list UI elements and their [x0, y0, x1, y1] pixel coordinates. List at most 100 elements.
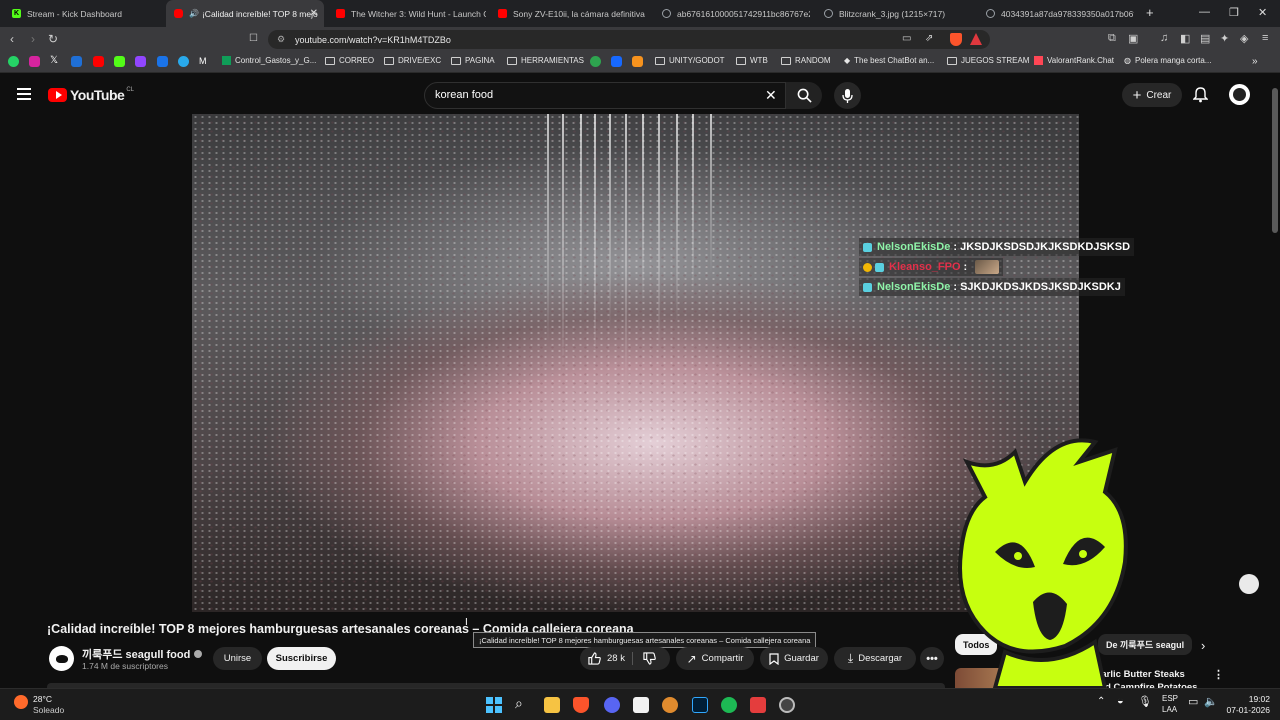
bookmark-juegos-stream[interactable]: JUEGOS STREAM: [947, 56, 1029, 65]
new-tab-icon[interactable]: +: [1146, 5, 1154, 20]
sidebar-icon[interactable]: ◧: [1180, 32, 1190, 45]
bookmark-control-gastos[interactable]: Control_Gastos_y_G...: [222, 56, 316, 65]
twitch-icon[interactable]: [135, 56, 146, 67]
behance-icon[interactable]: [611, 56, 622, 67]
more-bookmarks-icon[interactable]: »: [1252, 56, 1258, 67]
back-icon[interactable]: ‹: [10, 32, 14, 46]
like-button[interactable]: 28 k: [588, 652, 625, 665]
bookmark-app-icon[interactable]: [590, 56, 601, 67]
bookmark-app-icon[interactable]: [632, 56, 643, 67]
obs-icon[interactable]: [779, 697, 795, 713]
floating-channel-badge[interactable]: [1239, 574, 1259, 594]
valorant-icon[interactable]: [750, 697, 766, 713]
brave-shield-icon[interactable]: [950, 33, 962, 46]
microphone-tray-icon[interactable]: 🎙: [1138, 695, 1152, 708]
spotify-icon[interactable]: [721, 697, 737, 713]
clock-time[interactable]: 19:02: [1220, 694, 1270, 704]
minimize-icon[interactable]: —: [1199, 6, 1210, 18]
voice-search-button[interactable]: [834, 82, 861, 109]
restore-icon[interactable]: ❐: [1229, 6, 1239, 19]
gmail-icon[interactable]: M: [199, 56, 210, 67]
bookmark-icon[interactable]: ☐: [249, 33, 258, 44]
brave-rewards-icon[interactable]: [970, 33, 982, 45]
music-icon[interactable]: ♫: [1160, 32, 1168, 44]
bookmark-pagina[interactable]: PAGINA: [451, 56, 495, 65]
bookmark-correo[interactable]: CORREO: [325, 56, 374, 65]
file-explorer-icon[interactable]: [544, 697, 560, 713]
tab-witcher[interactable]: The Witcher 3: Wild Hunt - Launch C: [328, 0, 486, 27]
brave-browser-icon[interactable]: [573, 697, 589, 713]
instagram-icon[interactable]: [29, 56, 40, 67]
thumbs-down-icon[interactable]: [643, 652, 656, 665]
bookmark-polera[interactable]: ◍ Polera manga corta...: [1124, 56, 1211, 65]
more-actions-button[interactable]: •••: [920, 647, 944, 670]
ai-icon[interactable]: ✦: [1220, 32, 1229, 45]
discord-icon[interactable]: [604, 697, 620, 713]
outlook-icon[interactable]: [71, 56, 82, 67]
whatsapp-icon[interactable]: [8, 56, 19, 67]
join-button[interactable]: Unirse: [213, 647, 262, 670]
tray-chevron-icon[interactable]: ⌃: [1097, 696, 1105, 707]
language-indicator[interactable]: ESP: [1162, 694, 1178, 703]
tab-blitzcrank[interactable]: Blitzcrank_3.jpg (1215×717): [816, 0, 974, 27]
tab-kick-dashboard[interactable]: K Stream - Kick Dashboard: [4, 0, 164, 27]
site-info-icon[interactable]: ⚙: [277, 34, 285, 45]
subscribe-button[interactable]: Suscribirse: [267, 647, 336, 670]
search-input[interactable]: korean food ✕: [424, 82, 786, 109]
bookmark-wtb[interactable]: WTB: [736, 56, 768, 65]
bookmark-chatbot[interactable]: ◆ The best ChatBot an...: [844, 56, 934, 65]
video-player[interactable]: [192, 114, 1079, 612]
paypal-icon[interactable]: [157, 56, 168, 67]
tray-app-icon[interactable]: ◒: [1117, 695, 1124, 707]
youtube-logo[interactable]: YouTube CL: [48, 87, 134, 103]
cast-icon[interactable]: ▭: [902, 33, 911, 44]
weather-icon[interactable]: [14, 695, 28, 709]
photoshop-icon[interactable]: [692, 697, 708, 713]
page-scrollbar[interactable]: [1272, 88, 1278, 233]
channel-avatar[interactable]: [49, 646, 74, 671]
share-button[interactable]: ↗ Compartir: [676, 647, 754, 670]
tab-image-2[interactable]: 4034391a87da978339350a017b06f: [978, 0, 1134, 27]
hamburger-menu-icon[interactable]: [17, 88, 31, 100]
menu-icon[interactable]: ≡: [1262, 32, 1268, 44]
share-icon[interactable]: ⇗: [925, 33, 933, 44]
bookmark-random[interactable]: RANDOM: [781, 56, 831, 65]
save-button[interactable]: Guardar: [760, 647, 828, 670]
bookmark-valorantrank[interactable]: ValorantRank.Chat: [1034, 56, 1114, 65]
tab-sony[interactable]: Sony ZV-E10ii, la cámara definitiva p: [490, 0, 646, 27]
chevron-right-icon[interactable]: ›: [1201, 638, 1205, 653]
tab-image-1[interactable]: ab676161000051742911bc86767e2: [654, 0, 810, 27]
clear-search-icon[interactable]: ✕: [765, 87, 777, 104]
close-icon[interactable]: ✕: [310, 8, 318, 19]
divider: [632, 652, 633, 665]
notion-icon[interactable]: [633, 697, 649, 713]
channel-name[interactable]: 끼룩푸드 seagull food: [82, 646, 203, 662]
forward-icon[interactable]: ›: [31, 32, 35, 46]
create-button[interactable]: + Crear: [1122, 83, 1182, 107]
bookmark-herramientas[interactable]: HERRAMIENTAS: [507, 56, 584, 65]
screenshot-icon[interactable]: ▣: [1128, 32, 1138, 45]
search-button[interactable]: [786, 82, 822, 109]
window-close-icon[interactable]: ✕: [1258, 6, 1267, 19]
wallet-icon[interactable]: ▤: [1200, 32, 1210, 45]
volume-icon[interactable]: 🔈: [1204, 695, 1218, 708]
url-field[interactable]: ⚙ youtube.com/watch?v=KR1hM4TDZBo: [268, 30, 990, 49]
kick-icon[interactable]: [114, 56, 125, 67]
account-avatar[interactable]: [1229, 84, 1250, 105]
x-icon[interactable]: 𝕏: [50, 55, 61, 66]
windows-start-icon[interactable]: [486, 697, 502, 713]
reload-icon[interactable]: ↻: [48, 32, 58, 46]
bookmark-unity[interactable]: UNITY/GODOT: [655, 56, 725, 65]
youtube-icon[interactable]: [93, 56, 104, 67]
vpn-icon[interactable]: ◈: [1240, 32, 1248, 45]
network-icon[interactable]: ▭: [1188, 695, 1198, 708]
vertical-dots-icon[interactable]: ⋮: [1213, 668, 1224, 681]
download-button[interactable]: ⤓ Descargar: [834, 647, 916, 670]
taskbar-search-icon[interactable]: ⌕: [515, 695, 523, 712]
extensions-icon[interactable]: ⧉: [1108, 32, 1116, 45]
telegram-icon[interactable]: [178, 56, 189, 67]
bookmark-drive[interactable]: DRIVE/EXC: [384, 56, 441, 65]
notifications-bell-icon[interactable]: [1193, 87, 1208, 103]
blender-icon[interactable]: [662, 697, 678, 713]
tab-youtube-active[interactable]: 🔊 ¡Calidad increíble! TOP 8 mejo ✕: [166, 0, 324, 27]
